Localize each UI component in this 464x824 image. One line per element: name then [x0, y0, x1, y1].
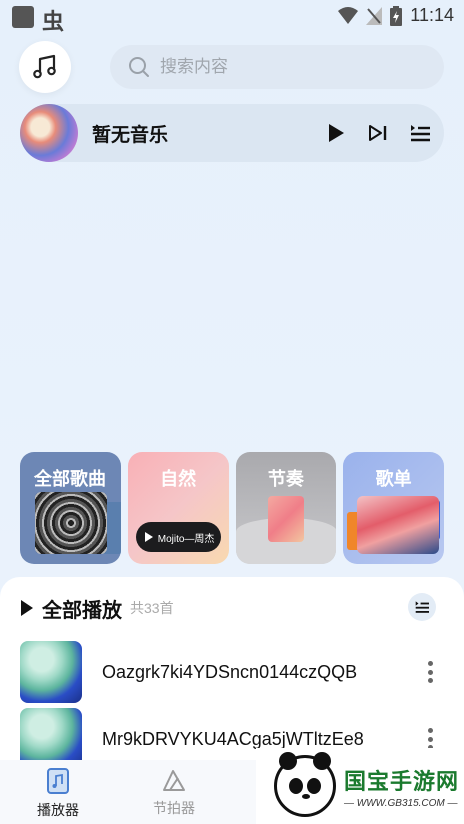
- pill-text: Mojito—周杰: [157, 533, 215, 545]
- category-label: 歌单: [375, 469, 412, 489]
- status-bar: 虫 11:14: [0, 0, 464, 34]
- category-label: 节奏: [267, 469, 304, 489]
- category-card-rhythm[interactable]: 节奏: [235, 452, 337, 564]
- list-menu-button[interactable]: [408, 593, 436, 621]
- watermark-text: 国宝手游网 — WWW.GB315.COM —: [344, 764, 459, 809]
- category-card-all-songs[interactable]: 全部歌曲: [20, 452, 121, 564]
- play-icon: [144, 532, 153, 542]
- player-title: 暂无音乐: [92, 124, 169, 146]
- playlist-icon: [411, 125, 430, 142]
- category-label: 全部歌曲: [34, 469, 106, 489]
- notification-square-icon: [12, 6, 34, 28]
- watermark-url: — WWW.GB315.COM —: [344, 797, 458, 809]
- panda-logo-icon: [274, 752, 336, 817]
- play-all-button[interactable]: 全部播放: [20, 594, 122, 623]
- playlist-icon: [415, 601, 429, 613]
- category-label: 自然: [160, 469, 197, 489]
- music-button[interactable]: [19, 41, 71, 93]
- category-art: [357, 496, 440, 554]
- play-icon: [21, 600, 33, 616]
- list-header: 全部播放 共33首: [20, 593, 450, 622]
- nav-item-metronome[interactable]: 节拍器: [142, 768, 206, 818]
- nav-label: 播放器: [37, 802, 79, 818]
- battery-charging-icon: [390, 5, 403, 26]
- nav-item-player[interactable]: 播放器: [26, 768, 90, 820]
- mini-player[interactable]: 暂无音乐: [20, 104, 444, 162]
- nav-label: 节拍器: [153, 800, 195, 816]
- wifi-icon: [338, 6, 359, 24]
- status-indicators: 11:14: [338, 5, 454, 26]
- no-signal-icon: [366, 6, 383, 25]
- category-card-nature[interactable]: 自然 Mojito—周杰: [127, 452, 229, 564]
- category-art: [267, 496, 304, 542]
- notification-app-icon: 虫: [42, 9, 65, 34]
- playlist-button[interactable]: [408, 121, 432, 145]
- next-button[interactable]: [366, 121, 390, 145]
- song-title: Oazgrk7ki4YDSncn0144czQQB: [102, 661, 358, 682]
- song-cover-art: [20, 641, 82, 703]
- search-bar[interactable]: [110, 45, 444, 89]
- clock: 11:14: [410, 5, 454, 25]
- song-title: Mr9kDRVYKU4ACga5jWTltzEe8: [102, 728, 364, 749]
- search-input[interactable]: [160, 57, 400, 77]
- category-art: [35, 492, 107, 554]
- now-playing-pill: Mojito—周杰: [135, 522, 221, 552]
- next-icon: [369, 125, 387, 141]
- song-row[interactable]: Oazgrk7ki4YDSncn0144czQQB: [20, 641, 440, 703]
- play-button[interactable]: [324, 121, 348, 145]
- category-card-playlist[interactable]: 歌单: [343, 452, 444, 564]
- more-options-button[interactable]: [420, 657, 440, 687]
- watermark-title: 国宝手游网: [344, 768, 460, 794]
- search-icon: [129, 57, 149, 77]
- metronome-icon: [163, 770, 185, 791]
- list-title: 全部播放: [42, 599, 122, 622]
- song-count: 共33首: [130, 600, 174, 616]
- category-cards: 全部歌曲 自然 Mojito—周杰 节奏 歌单: [20, 452, 444, 564]
- site-watermark: 国宝手游网 — WWW.GB315.COM —: [256, 748, 464, 824]
- player-controls: [324, 121, 432, 145]
- music-note-icon: [33, 54, 56, 79]
- player-cover-art: [20, 104, 78, 162]
- play-icon: [329, 124, 344, 142]
- music-file-icon: [47, 768, 69, 794]
